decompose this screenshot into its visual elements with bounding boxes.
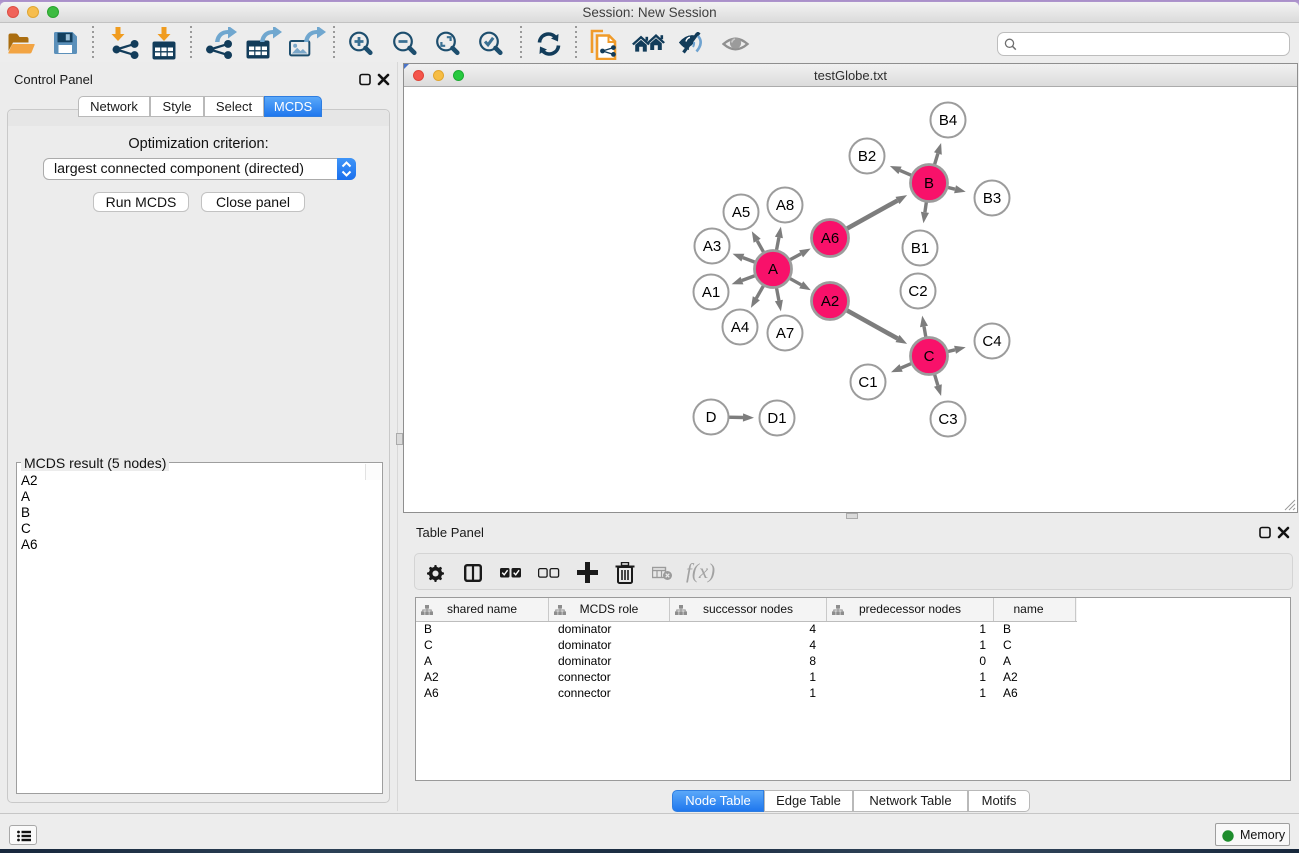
- svg-text:D: D: [706, 409, 717, 426]
- svg-text:A5: A5: [732, 204, 750, 221]
- svg-text:A4: A4: [731, 319, 749, 336]
- svg-text:A: A: [768, 261, 778, 278]
- svg-text:D1: D1: [767, 410, 786, 427]
- svg-text:B4: B4: [939, 112, 957, 129]
- svg-text:B2: B2: [858, 148, 876, 165]
- svg-text:C3: C3: [938, 411, 957, 428]
- svg-text:A1: A1: [702, 284, 720, 301]
- svg-text:A7: A7: [776, 325, 794, 342]
- svg-text:B: B: [924, 175, 934, 192]
- svg-text:C2: C2: [908, 283, 927, 300]
- svg-text:A8: A8: [776, 197, 794, 214]
- svg-text:B3: B3: [983, 190, 1001, 207]
- svg-text:A6: A6: [821, 230, 839, 247]
- svg-text:A3: A3: [703, 238, 721, 255]
- svg-text:B1: B1: [911, 240, 929, 257]
- svg-text:A2: A2: [821, 293, 839, 310]
- svg-text:C: C: [924, 348, 935, 365]
- svg-text:C4: C4: [982, 333, 1001, 350]
- svg-text:C1: C1: [858, 374, 877, 391]
